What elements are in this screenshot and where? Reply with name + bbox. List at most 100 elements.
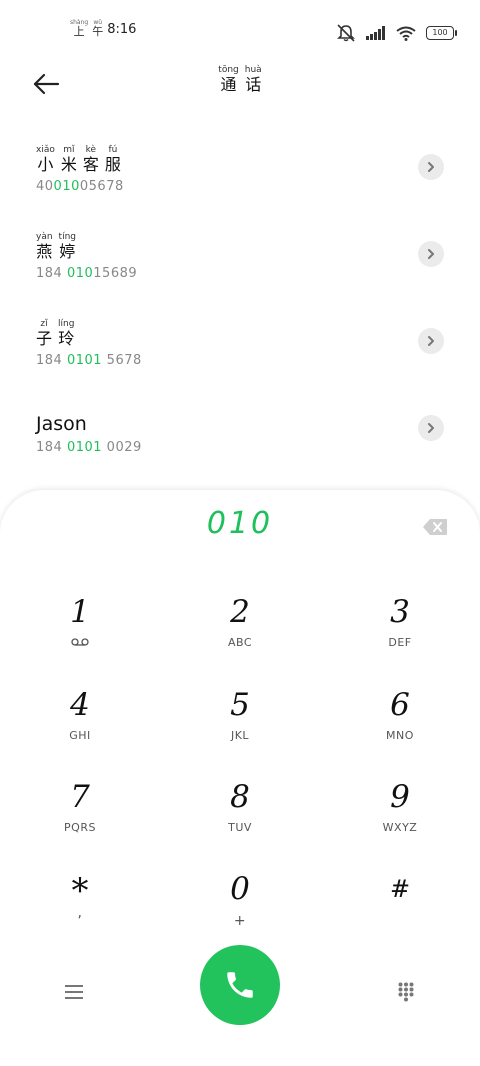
contact-detail-button[interactable] [418, 415, 444, 441]
contact-name: yàn 燕 tíng 婷 [36, 233, 76, 260]
number-match: 0101 [66, 440, 103, 455]
dial-key-star[interactable]: * , [0, 871, 160, 963]
status-time: 8:16 [107, 22, 137, 37]
menu-icon [65, 985, 83, 999]
dial-input[interactable]: 010 [0, 506, 480, 541]
signal-icon [366, 26, 385, 40]
key-letters: GHI [69, 729, 91, 742]
key-digit: 4 [70, 687, 90, 723]
number-match: 0101 [66, 353, 103, 368]
key-letters: MNO [386, 729, 414, 742]
number-part: 184 [36, 266, 67, 281]
page-title: tōng 通 huà 话 [0, 66, 480, 93]
contact-name: zǐ 子 líng 玲 [36, 320, 74, 347]
key-digit: 8 [230, 779, 250, 815]
key-digit: 1 [70, 594, 90, 630]
name-hanzi: 客 [82, 155, 99, 174]
battery-icon: 100 [426, 26, 457, 40]
title-pinyin: huà [244, 65, 262, 75]
chevron-right-icon [428, 336, 434, 346]
key-letters: TUV [228, 821, 252, 834]
key-digit: 6 [390, 687, 410, 723]
dialpad-icon [398, 982, 414, 1002]
key-letters: DEF [388, 636, 412, 649]
title-hanzi: 话 [245, 75, 262, 94]
keypad-toggle-button[interactable] [394, 980, 418, 1004]
number-part: 184 [36, 353, 67, 368]
status-bar: shàng 上 wǔ 午 8:16 100 [0, 0, 480, 60]
ampm-char: 上 [73, 25, 85, 38]
key-letters: PQRS [64, 821, 96, 834]
contact-number: 4001005678 [36, 179, 124, 194]
name-hanzi: 小 [37, 155, 54, 174]
dial-key-3[interactable]: 3 DEF [320, 594, 480, 686]
ampm-char-1: shàng 上 [70, 20, 88, 38]
key-digit: # [389, 875, 411, 903]
contact-name: Jason [36, 413, 87, 435]
ampm-char: 午 [92, 25, 104, 38]
contact-item[interactable]: zǐ 子 líng 玲 184 0101 5678 [0, 320, 480, 407]
contact-detail-button[interactable] [418, 241, 444, 267]
chevron-right-icon [428, 423, 434, 433]
contact-item[interactable]: xiǎo 小 mǐ 米 kè 客 fú 服 4001005678 [0, 146, 480, 233]
key-letters: WXYZ [382, 821, 418, 834]
name-pinyin: tíng [58, 232, 76, 242]
dial-key-5[interactable]: 5 JKL [160, 687, 320, 779]
key-digit: 3 [390, 594, 410, 630]
dial-key-8[interactable]: 8 TUV [160, 779, 320, 871]
ampm-char-2: wǔ 午 [92, 20, 104, 38]
name-pinyin: líng [58, 319, 75, 329]
status-icons: 100 [336, 24, 457, 42]
voicemail-icon [71, 638, 89, 646]
number-part: 184 [36, 440, 67, 455]
header: tōng 通 huà 话 [0, 60, 480, 110]
name-pinyin: kè [85, 145, 97, 155]
name-hanzi: 服 [104, 155, 121, 174]
number-part: 05678 [79, 179, 124, 194]
key-digit: 9 [390, 779, 410, 815]
title-char: tōng 通 [218, 66, 238, 93]
mute-icon [337, 24, 355, 42]
backspace-icon [423, 519, 447, 535]
key-digit: 2 [230, 594, 250, 630]
dial-key-6[interactable]: 6 MNO [320, 687, 480, 779]
chevron-right-icon [428, 162, 434, 172]
contact-item[interactable]: Jason 184 0101 0029 [0, 407, 480, 494]
dial-key-2[interactable]: 2 ABC [160, 594, 320, 686]
menu-button[interactable] [62, 980, 86, 1004]
key-letters: JKL [230, 729, 250, 742]
name-hanzi: 玲 [58, 329, 75, 348]
number-match: 010 [66, 266, 94, 281]
dialpad-sheet: 010 1 2 ABC 3 DEF 4 GHI 5 JKL 6 MNO 7 PQ… [0, 490, 480, 1066]
number-part: 15689 [93, 266, 138, 281]
key-letters: , [77, 905, 83, 921]
call-button[interactable] [200, 945, 280, 1025]
contact-detail-button[interactable] [418, 154, 444, 180]
key-letters: ABC [227, 636, 253, 649]
key-digit: 7 [70, 779, 90, 815]
dial-key-9[interactable]: 9 WXYZ [320, 779, 480, 871]
dial-key-7[interactable]: 7 PQRS [0, 779, 160, 871]
title-char: huà 话 [245, 66, 262, 93]
contact-name: xiǎo 小 mǐ 米 kè 客 fú 服 [36, 146, 121, 173]
dial-key-4[interactable]: 4 GHI [0, 687, 160, 779]
title-pinyin: tōng [218, 65, 239, 75]
title-hanzi: 通 [220, 75, 237, 94]
dial-key-1[interactable]: 1 [0, 594, 160, 686]
contact-item[interactable]: yàn 燕 tíng 婷 184 01015689 [0, 233, 480, 320]
name-pinyin: xiǎo [36, 145, 55, 155]
number-match: 010 [53, 179, 80, 194]
contact-number: 184 0101 5678 [36, 353, 142, 368]
contact-detail-button[interactable] [418, 328, 444, 354]
backspace-button[interactable] [422, 518, 448, 538]
number-part: 40 [36, 179, 54, 194]
phone-icon [227, 972, 253, 998]
chevron-right-icon [428, 249, 434, 259]
key-digit: 0 [230, 871, 250, 907]
key-letters: + [233, 913, 247, 929]
dial-key-hash[interactable]: # [320, 871, 480, 963]
contact-number: 184 0101 0029 [36, 440, 142, 455]
name-hanzi: 米 [60, 155, 77, 174]
name-pinyin: mǐ [63, 145, 75, 155]
wifi-icon [396, 26, 416, 41]
